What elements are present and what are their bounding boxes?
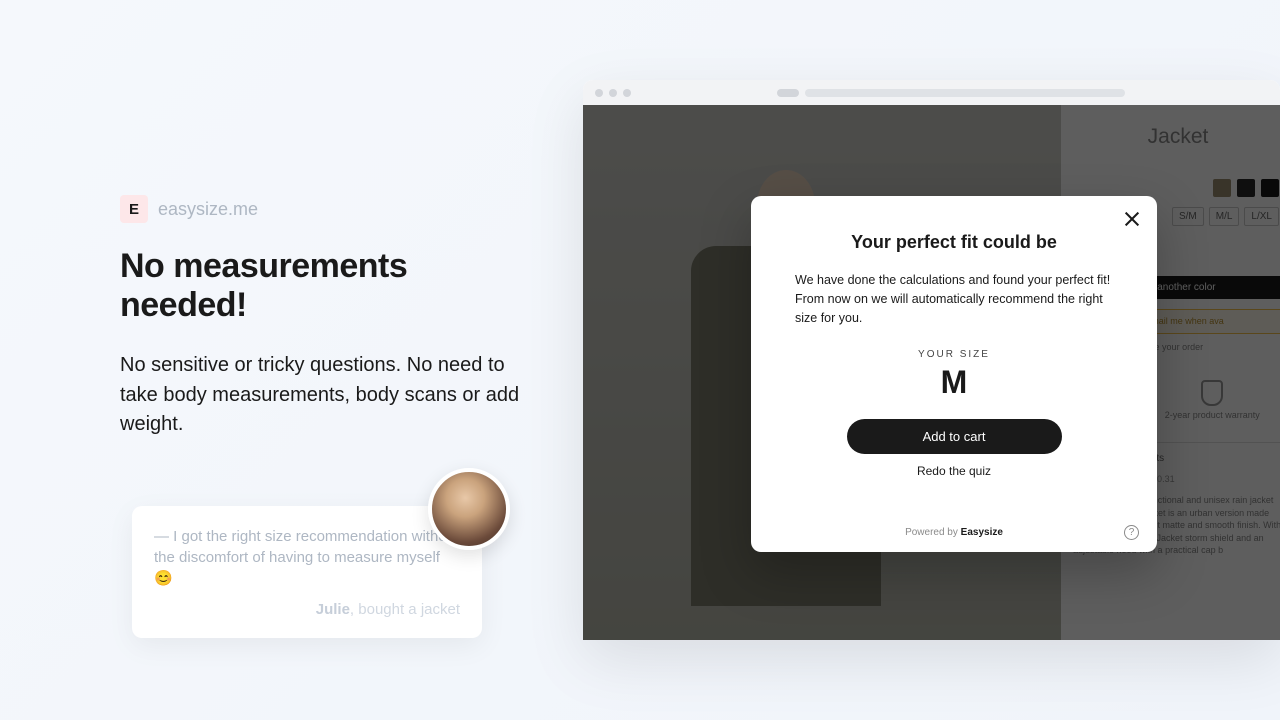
help-icon[interactable]: ? (1124, 525, 1139, 540)
powered-by-prefix: Powered by (905, 527, 961, 538)
add-to-cart-button[interactable]: Add to cart (847, 419, 1062, 454)
url-segment-icon (805, 89, 1125, 97)
testimonial-quote: — I got the right size recommendation wi… (154, 526, 460, 589)
modal-footer: Powered by Easysize (751, 527, 1157, 538)
browser-titlebar (583, 80, 1280, 105)
window-dot-icon (623, 89, 631, 97)
modal-title: Your perfect fit could be (791, 232, 1117, 253)
testimonial-card: — I got the right size recommendation wi… (132, 506, 482, 638)
brand-row: E easysize.me (120, 195, 540, 223)
modal-body-text: We have done the calculations and found … (791, 271, 1117, 327)
page-body-text: No sensitive or tricky questions. No nee… (120, 351, 540, 440)
url-segment-icon (777, 89, 799, 97)
window-dot-icon (609, 89, 617, 97)
fit-modal: Your perfect fit could be We have done t… (751, 196, 1157, 552)
testimonial-name: Julie (316, 601, 350, 618)
redo-quiz-link[interactable]: Redo the quiz (791, 464, 1117, 478)
recommended-size: M (791, 364, 1117, 401)
your-size-label: YOUR SIZE (791, 349, 1117, 360)
testimonial-attribution: Julie, bought a jacket (154, 601, 460, 618)
page-heading: No measurements needed! (120, 247, 540, 325)
close-icon[interactable] (1123, 210, 1141, 228)
window-dot-icon (595, 89, 603, 97)
product-page: Jacket S/M M/L L/XL Try another color ✉ … (583, 105, 1280, 640)
browser-frame: Jacket S/M M/L L/XL Try another color ✉ … (583, 80, 1280, 640)
testimonial-suffix: , bought a jacket (350, 601, 460, 618)
avatar (428, 468, 510, 550)
brand-text: easysize.me (158, 199, 258, 220)
powered-by-brand: Easysize (961, 527, 1003, 538)
brand-badge: E (120, 195, 148, 223)
